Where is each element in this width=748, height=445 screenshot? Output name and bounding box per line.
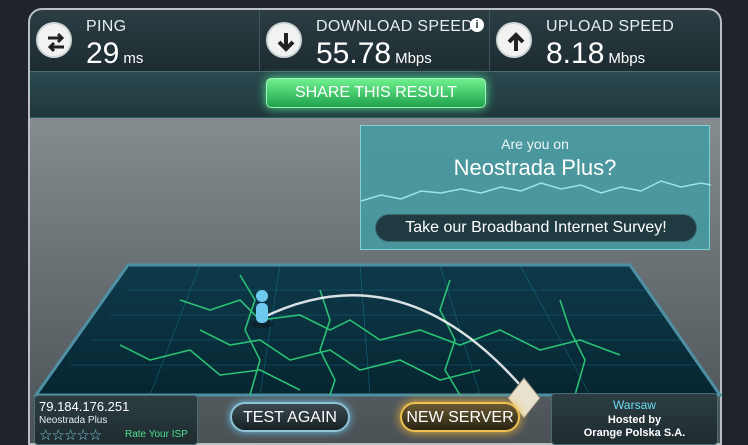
ping-metric: PING 29 ms — [30, 10, 260, 72]
ad-decorative-chart — [361, 180, 711, 202]
ping-unit: ms — [123, 50, 144, 67]
server-city: Warsaw — [613, 398, 656, 412]
survey-ad-panel: Are you on Neostrada Plus? Take our Broa… — [360, 125, 711, 250]
isp-name: Neostrada Plus — [39, 415, 108, 426]
new-server-button[interactable]: NEW SERVER — [400, 402, 520, 432]
ping-icon — [36, 22, 72, 58]
test-again-button[interactable]: TEST AGAIN — [230, 402, 350, 432]
download-label: DOWNLOAD SPEED — [316, 18, 474, 35]
info-icon[interactable]: i — [470, 18, 484, 32]
share-result-button[interactable]: SHARE THIS RESULT — [266, 78, 486, 108]
upload-metric: UPLOAD SPEED 8.18 Mbps — [490, 10, 720, 72]
share-bar: SHARE THIS RESULT — [30, 72, 720, 118]
download-value: 55.78 Mbps — [316, 37, 432, 71]
results-bar: PING 29 ms DOWNLOAD SPEED i 55.78 Mbps U… — [30, 10, 720, 72]
ad-question: Are you on — [501, 136, 569, 152]
upload-number: 8.18 — [546, 37, 605, 70]
upload-value: 8.18 Mbps — [546, 37, 645, 71]
hosted-by-label: Hosted by — [607, 414, 662, 426]
download-metric: DOWNLOAD SPEED i 55.78 Mbps — [260, 10, 490, 72]
download-unit: Mbps — [395, 50, 432, 67]
broadband-survey-button[interactable]: Take our Broadband Internet Survey! — [375, 214, 697, 242]
host-name: Orange Polska S.A. — [583, 427, 686, 439]
ping-number: 29 — [86, 37, 120, 70]
isp-info-box: 79.184.176.251 Neostrada Plus ☆☆☆☆☆ Rate… — [34, 395, 198, 445]
ip-address: 79.184.176.251 — [39, 399, 130, 414]
upload-arrow-icon — [496, 22, 532, 58]
download-arrow-icon — [266, 22, 302, 58]
ping-label: PING — [86, 18, 127, 35]
upload-unit: Mbps — [608, 50, 646, 67]
isp-rating-stars[interactable]: ☆☆☆☆☆ — [39, 426, 102, 444]
upload-label: UPLOAD SPEED — [546, 18, 675, 35]
rate-isp-link[interactable]: Rate Your ISP — [125, 429, 188, 440]
download-number: 55.78 — [316, 37, 392, 70]
server-info-box: Warsaw Hosted by Orange Polska S.A. — [551, 393, 718, 445]
ping-value: 29 ms — [86, 37, 143, 71]
